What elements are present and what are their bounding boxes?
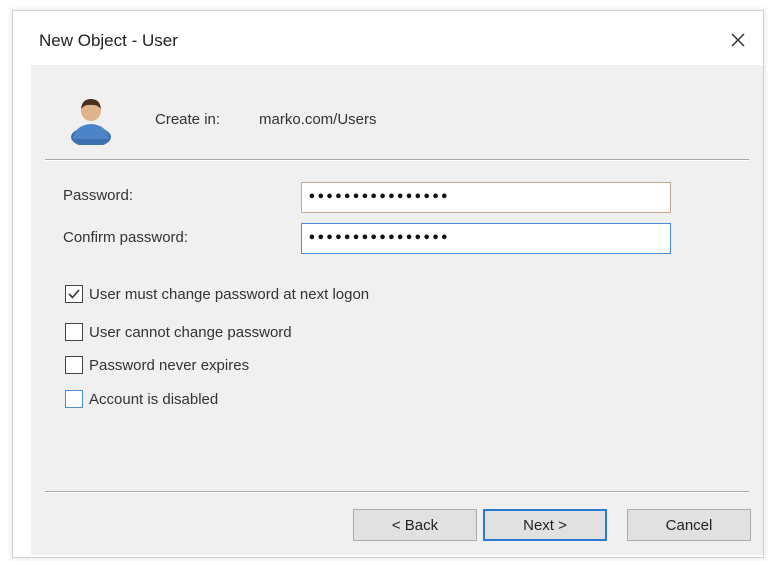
must-change-password-option[interactable]: User must change password at next logon xyxy=(65,285,369,303)
close-icon xyxy=(731,33,745,47)
cancel-button[interactable]: Cancel xyxy=(627,509,751,541)
password-never-expires-label: Password never expires xyxy=(89,356,250,374)
create-in-path: marko.com/Users xyxy=(259,111,377,128)
close-button[interactable] xyxy=(721,23,755,57)
create-in-label: Create in: xyxy=(155,111,221,128)
cannot-change-password-checkbox[interactable] xyxy=(65,323,83,341)
checkmark-icon xyxy=(68,289,80,299)
back-button[interactable]: < Back xyxy=(353,509,477,541)
dialog-body: Create in: marko.com/Users Password: Con… xyxy=(31,65,763,555)
password-never-expires-checkbox[interactable] xyxy=(65,356,83,374)
account-disabled-label: Account is disabled xyxy=(89,390,219,408)
cannot-change-password-label: User cannot change password xyxy=(89,323,292,341)
must-change-password-label: User must change password at next logon xyxy=(89,285,370,303)
next-button[interactable]: Next > xyxy=(483,509,607,541)
cannot-change-password-option[interactable]: User cannot change password xyxy=(65,323,292,341)
confirm-password-field[interactable] xyxy=(301,223,671,254)
account-disabled-option[interactable]: Account is disabled xyxy=(65,390,218,408)
password-field[interactable] xyxy=(301,182,671,213)
confirm-password-label: Confirm password: xyxy=(63,229,189,246)
header-divider xyxy=(45,159,749,161)
must-change-password-checkbox[interactable] xyxy=(65,285,83,303)
password-never-expires-option[interactable]: Password never expires xyxy=(65,356,249,374)
new-object-user-dialog: New Object - User Create in: marko.com/U… xyxy=(12,10,764,558)
dialog-title: New Object - User xyxy=(39,31,178,50)
account-disabled-checkbox[interactable] xyxy=(65,390,83,408)
user-icon xyxy=(71,99,111,145)
password-label: Password: xyxy=(63,187,134,204)
footer-divider xyxy=(45,491,749,493)
title-bar: New Object - User xyxy=(13,11,763,65)
